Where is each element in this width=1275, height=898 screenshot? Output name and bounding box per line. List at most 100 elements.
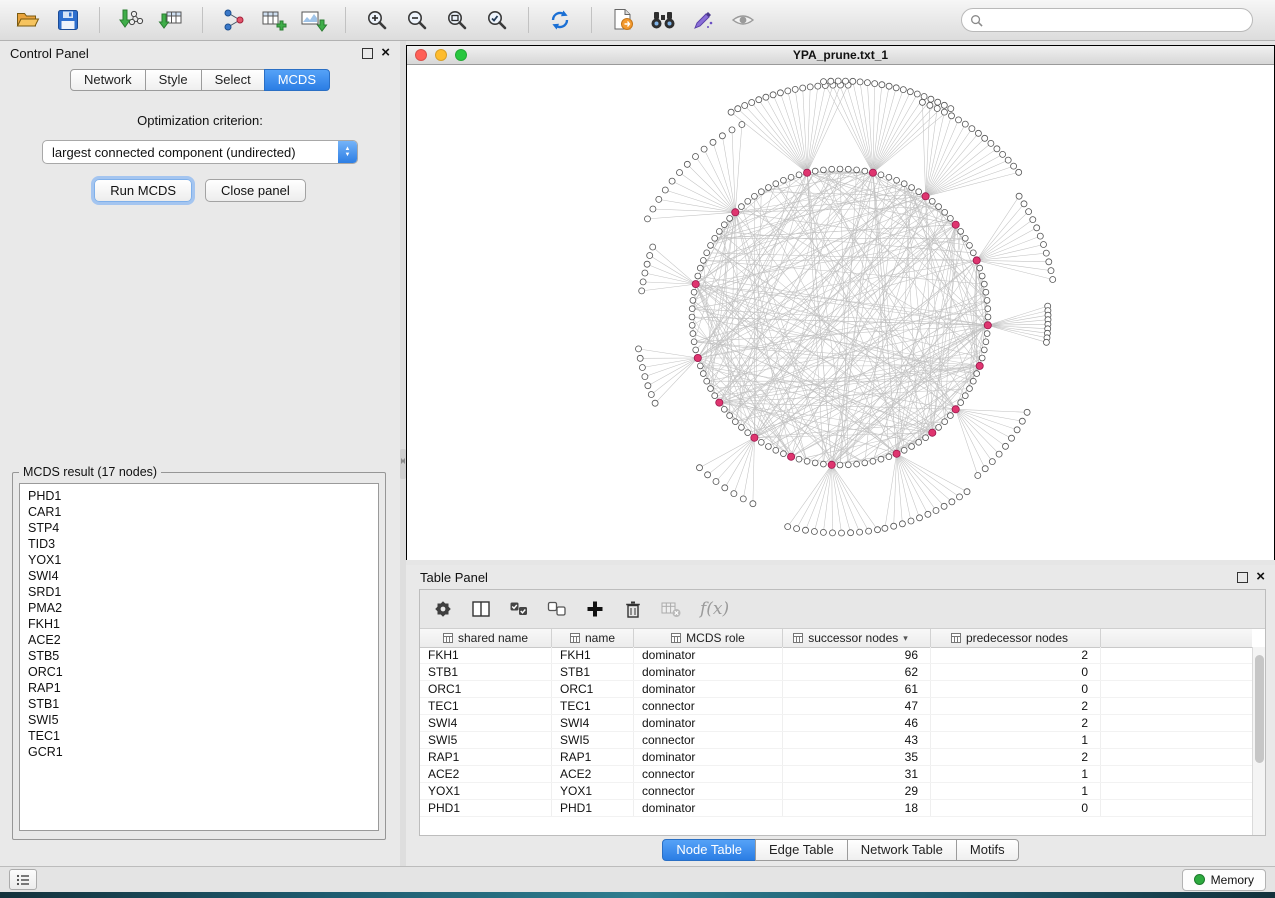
window-controls bbox=[415, 49, 467, 61]
refresh-layout-button[interactable] bbox=[542, 4, 578, 36]
float-panel-icon[interactable] bbox=[362, 48, 373, 59]
column-header-name[interactable]: name bbox=[552, 629, 634, 647]
mcds-result-item[interactable]: RAP1 bbox=[28, 680, 378, 696]
new-network-button[interactable] bbox=[216, 4, 252, 36]
column-header-successor-nodes[interactable]: successor nodes▾ bbox=[783, 629, 931, 647]
table-cell: ORC1 bbox=[552, 681, 634, 697]
table-row[interactable]: STB1STB1dominator620 bbox=[420, 664, 1252, 681]
column-grid-icon bbox=[793, 633, 803, 643]
mcds-result-item[interactable]: TID3 bbox=[28, 536, 378, 552]
mcds-result-item[interactable]: ACE2 bbox=[28, 632, 378, 648]
find-button[interactable] bbox=[645, 4, 681, 36]
network-canvas[interactable] bbox=[407, 65, 1274, 560]
table-row[interactable]: PHD1PHD1dominator180 bbox=[420, 800, 1252, 817]
table-row[interactable]: FKH1FKH1dominator962 bbox=[420, 647, 1252, 664]
search-box[interactable] bbox=[961, 8, 1253, 32]
search-input[interactable] bbox=[988, 12, 1244, 28]
table-row[interactable]: ACE2ACE2connector311 bbox=[420, 766, 1252, 783]
close-table-panel-icon[interactable]: × bbox=[1256, 572, 1265, 582]
tab-style[interactable]: Style bbox=[145, 69, 202, 91]
table-toolbar: f(x) bbox=[420, 590, 1265, 629]
mcds-result-item[interactable]: GCR1 bbox=[28, 744, 378, 760]
mcds-result-item[interactable]: FKH1 bbox=[28, 616, 378, 632]
tab-select[interactable]: Select bbox=[201, 69, 265, 91]
column-header-shared-name[interactable]: shared name bbox=[420, 629, 552, 647]
mcds-result-item[interactable]: TEC1 bbox=[28, 728, 378, 744]
table-panel-header: Table Panel × bbox=[406, 565, 1275, 589]
zoom-in-button[interactable] bbox=[359, 4, 395, 36]
zoom-selected-button[interactable] bbox=[479, 4, 515, 36]
criterion-select[interactable]: largest connected component (undirected)… bbox=[42, 140, 358, 164]
table-row[interactable]: YOX1YOX1connector291 bbox=[420, 783, 1252, 800]
add-column-button[interactable] bbox=[580, 594, 610, 624]
mcds-result-list[interactable]: PHD1CAR1STP4TID3YOX1SWI4SRD1PMA2FKH1ACE2… bbox=[19, 483, 379, 831]
mcds-result-item[interactable]: STP4 bbox=[28, 520, 378, 536]
zoom-selected-icon bbox=[485, 8, 509, 32]
mcds-result-item[interactable]: STB5 bbox=[28, 648, 378, 664]
zoom-window-icon[interactable] bbox=[455, 49, 467, 61]
save-session-button[interactable] bbox=[50, 4, 86, 36]
delete-column-button[interactable] bbox=[618, 594, 648, 624]
mcds-result-item[interactable]: PHD1 bbox=[28, 488, 378, 504]
table-cell: dominator bbox=[634, 681, 783, 697]
memory-button[interactable]: Memory bbox=[1182, 869, 1266, 891]
tab-edge-table[interactable]: Edge Table bbox=[755, 839, 848, 861]
panel-menu-button[interactable] bbox=[9, 869, 37, 890]
run-mcds-button[interactable]: Run MCDS bbox=[94, 179, 192, 202]
table-cell: 1 bbox=[931, 732, 1101, 748]
table-cell: 2 bbox=[931, 749, 1101, 765]
table-cell: SWI5 bbox=[552, 732, 634, 748]
column-header-predecessor-nodes[interactable]: predecessor nodes bbox=[931, 629, 1101, 647]
new-table-button[interactable] bbox=[256, 4, 292, 36]
show-columns-button[interactable] bbox=[466, 594, 496, 624]
mcds-result-item[interactable]: SRD1 bbox=[28, 584, 378, 600]
minimize-window-icon[interactable] bbox=[435, 49, 447, 61]
open-session-button[interactable] bbox=[10, 4, 46, 36]
zoom-out-button[interactable] bbox=[399, 4, 435, 36]
tab-motifs[interactable]: Motifs bbox=[956, 839, 1019, 861]
tab-network[interactable]: Network bbox=[70, 69, 146, 91]
network-graph-svg[interactable] bbox=[407, 65, 1274, 560]
table-scrollbar[interactable] bbox=[1252, 647, 1265, 835]
deselect-all-button[interactable] bbox=[542, 594, 572, 624]
control-panel: Control Panel × NetworkStyleSelectMCDS O… bbox=[0, 41, 400, 866]
trash-icon bbox=[623, 599, 643, 619]
table-row[interactable]: RAP1RAP1dominator352 bbox=[420, 749, 1252, 766]
copy-network-button[interactable] bbox=[605, 4, 641, 36]
mcds-result-item[interactable]: CAR1 bbox=[28, 504, 378, 520]
column-header-MCDS-role[interactable]: MCDS role bbox=[634, 629, 783, 647]
mcds-result-item[interactable]: SWI4 bbox=[28, 568, 378, 584]
mcds-result-item[interactable]: STB1 bbox=[28, 696, 378, 712]
tab-network-table[interactable]: Network Table bbox=[847, 839, 957, 861]
table-row[interactable]: ORC1ORC1dominator610 bbox=[420, 681, 1252, 698]
network-window-titlebar[interactable]: YPA_prune.txt_1 bbox=[407, 46, 1274, 65]
float-table-panel-icon[interactable] bbox=[1237, 572, 1248, 583]
mcds-result-item[interactable]: PMA2 bbox=[28, 600, 378, 616]
table-cell: 0 bbox=[931, 800, 1101, 816]
close-panel-icon[interactable]: × bbox=[381, 48, 390, 58]
scrollbar-thumb[interactable] bbox=[1255, 655, 1264, 763]
table-cell: 62 bbox=[783, 664, 931, 680]
table-row[interactable]: SWI4SWI4dominator462 bbox=[420, 715, 1252, 732]
table-cell: dominator bbox=[634, 715, 783, 731]
close-window-icon[interactable] bbox=[415, 49, 427, 61]
apply-style-button[interactable] bbox=[685, 4, 721, 36]
table-row[interactable]: SWI5SWI5connector431 bbox=[420, 732, 1252, 749]
table-row[interactable]: TEC1TEC1connector472 bbox=[420, 698, 1252, 715]
zoom-fit-button[interactable] bbox=[439, 4, 475, 36]
export-image-button[interactable] bbox=[296, 4, 332, 36]
import-table-button[interactable] bbox=[153, 4, 189, 36]
import-network-button[interactable] bbox=[113, 4, 149, 36]
mcds-result-item[interactable]: SWI5 bbox=[28, 712, 378, 728]
function-builder-button[interactable]: f(x) bbox=[694, 599, 735, 619]
tab-mcds[interactable]: MCDS bbox=[264, 69, 330, 91]
table-settings-button[interactable] bbox=[428, 594, 458, 624]
tab-node-table[interactable]: Node Table bbox=[662, 839, 756, 861]
show-hide-graphics-button[interactable] bbox=[725, 4, 761, 36]
mcds-result-item[interactable]: ORC1 bbox=[28, 664, 378, 680]
close-panel-button[interactable]: Close panel bbox=[205, 179, 306, 202]
delete-table-button[interactable] bbox=[656, 594, 686, 624]
mcds-result-item[interactable]: YOX1 bbox=[28, 552, 378, 568]
table-panel-title: Table Panel bbox=[420, 570, 488, 585]
select-all-button[interactable] bbox=[504, 594, 534, 624]
